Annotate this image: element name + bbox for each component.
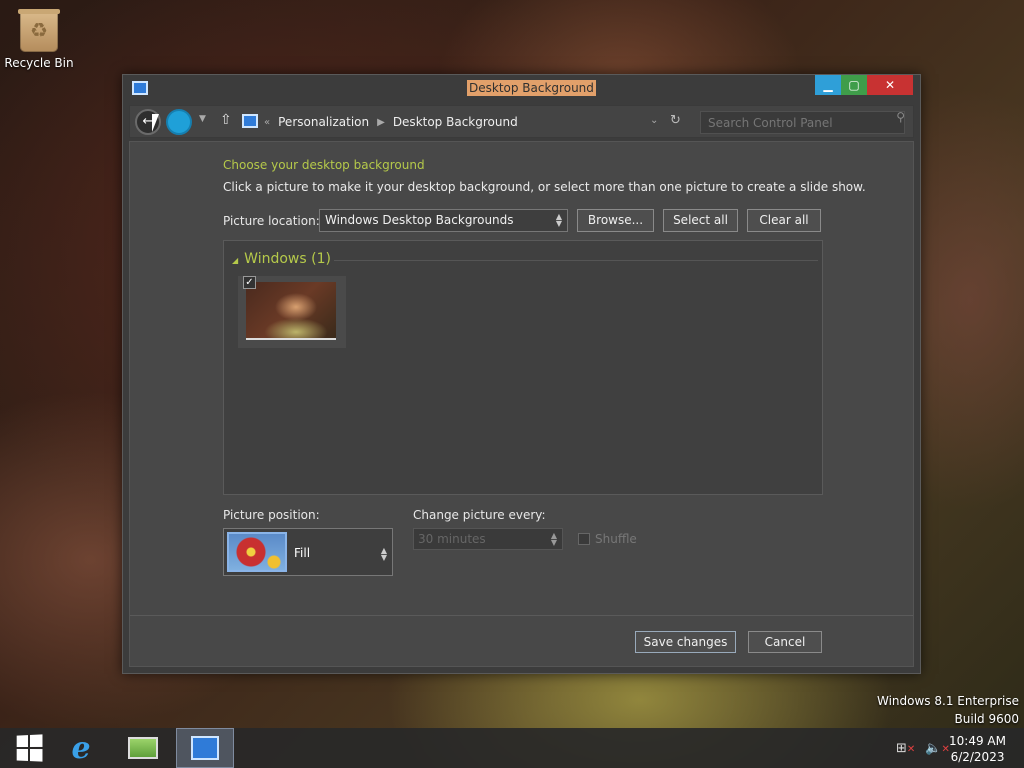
position-preview-image — [227, 532, 287, 572]
shuffle-checkbox: Shuffle — [578, 532, 637, 546]
collapse-triangle-icon[interactable]: ◢ — [232, 256, 238, 265]
mouse-cursor — [152, 114, 159, 132]
updown-arrows-icon: ▲ ▼ — [555, 212, 562, 228]
change-picture-value: 30 minutes — [418, 532, 486, 546]
picture-location-value: Windows Desktop Backgrounds — [325, 213, 514, 227]
photos-taskbar-button[interactable] — [114, 728, 172, 768]
watermark-edition: Windows 8.1 Enterprise — [876, 694, 1019, 708]
picture-icon — [128, 737, 158, 759]
recycle-bin-icon[interactable]: Recycle Bin — [4, 8, 74, 70]
breadcrumb-personalization[interactable]: Personalization — [278, 115, 369, 129]
volume-muted-icon[interactable]: 🔈✕ — [925, 741, 950, 756]
search-input[interactable] — [700, 111, 905, 134]
select-all-button[interactable]: Select all — [663, 209, 738, 232]
footer-divider — [130, 615, 913, 616]
search-icon[interactable]: ⚲ — [896, 110, 905, 124]
control-panel-taskbar-button[interactable] — [176, 728, 234, 768]
wallpaper-image[interactable] — [246, 282, 336, 340]
updown-arrows-icon: ▲ ▼ — [550, 531, 557, 547]
breadcrumb-overflow[interactable]: « — [264, 117, 270, 128]
chevron-right-icon[interactable]: ▶ — [377, 117, 385, 128]
clock-time: 10:49 AM — [949, 734, 1006, 748]
watermark-build: Build 9600 — [954, 712, 1019, 726]
system-tray: ⊞✕ 🔈✕ — [896, 741, 950, 756]
control-panel-icon — [242, 114, 258, 128]
taskbar-clock[interactable]: 10:49 AM 6/2/2023 — [949, 733, 1006, 765]
change-picture-select: 30 minutes ▲ ▼ — [413, 528, 563, 550]
close-button[interactable]: ✕ — [867, 75, 913, 95]
save-changes-button[interactable]: Save changes — [635, 631, 736, 653]
network-icon[interactable]: ⊞✕ — [896, 741, 915, 756]
clock-date: 6/2/2023 — [950, 750, 1005, 764]
main-content: Choose your desktop background Click a p… — [129, 141, 914, 667]
breadcrumb-desktop-background[interactable]: Desktop Background — [393, 115, 518, 129]
recent-pages-dropdown-icon[interactable]: ▼ — [199, 114, 206, 124]
start-button[interactable] — [0, 728, 58, 768]
internet-explorer-icon: e — [71, 730, 91, 766]
forward-button[interactable] — [166, 109, 192, 135]
windows-build-watermark: Windows 8.1 Enterprise Build 9600 — [877, 692, 1019, 728]
window-title: Desktop Background — [467, 80, 596, 96]
picture-position-label: Picture position: — [223, 508, 320, 522]
title-bar[interactable]: Desktop Background ▁ ▢ ✕ — [123, 75, 920, 103]
page-description: Click a picture to make it your desktop … — [223, 180, 866, 194]
internet-explorer-taskbar-button[interactable]: e — [52, 728, 110, 768]
address-bar: ← ▼ ⇧ « Personalization ▶ Desktop Backgr… — [129, 105, 914, 138]
group-label: Windows (1) — [244, 251, 331, 267]
shuffle-checkbox-box — [578, 533, 590, 545]
up-arrow-icon[interactable]: ⇧ — [220, 112, 232, 128]
updown-arrows-icon: ▲ ▼ — [380, 546, 387, 562]
picture-position-value: Fill — [294, 546, 311, 560]
chevron-down-icon[interactable]: ⌄ — [650, 115, 658, 126]
group-divider — [334, 260, 818, 261]
refresh-icon[interactable]: ↻ — [670, 113, 681, 128]
picture-gallery: ◢ Windows (1) ✓ — [223, 240, 823, 495]
control-panel-icon — [191, 736, 219, 760]
recycle-bin-graphic — [18, 9, 60, 52]
group-header[interactable]: ◢ Windows (1) — [232, 251, 331, 267]
taskbar: e — [0, 728, 1024, 768]
windows-logo-icon — [16, 734, 43, 762]
shuffle-label: Shuffle — [595, 532, 637, 546]
minimize-button[interactable]: ▁ — [815, 75, 841, 95]
picture-location-label: Picture location: — [223, 214, 320, 228]
thumbnail-checkbox[interactable]: ✓ — [243, 276, 256, 289]
clear-all-button[interactable]: Clear all — [747, 209, 821, 232]
maximize-button[interactable]: ▢ — [841, 75, 867, 95]
control-panel-icon — [132, 81, 148, 95]
picture-position-select[interactable]: Fill ▲ ▼ — [223, 528, 393, 576]
breadcrumb: « Personalization ▶ Desktop Background — [264, 115, 518, 129]
browse-button[interactable]: Browse... — [577, 209, 654, 232]
picture-location-select[interactable]: Windows Desktop Backgrounds ▲ ▼ — [319, 209, 568, 232]
recycle-bin-label: Recycle Bin — [4, 56, 74, 70]
change-picture-label: Change picture every: — [413, 508, 546, 522]
page-heading: Choose your desktop background — [223, 158, 425, 172]
wallpaper-thumbnail[interactable]: ✓ — [238, 276, 346, 348]
cancel-button[interactable]: Cancel — [748, 631, 822, 653]
desktop-background-window: Desktop Background ▁ ▢ ✕ ← ▼ ⇧ « Persona… — [122, 74, 921, 674]
